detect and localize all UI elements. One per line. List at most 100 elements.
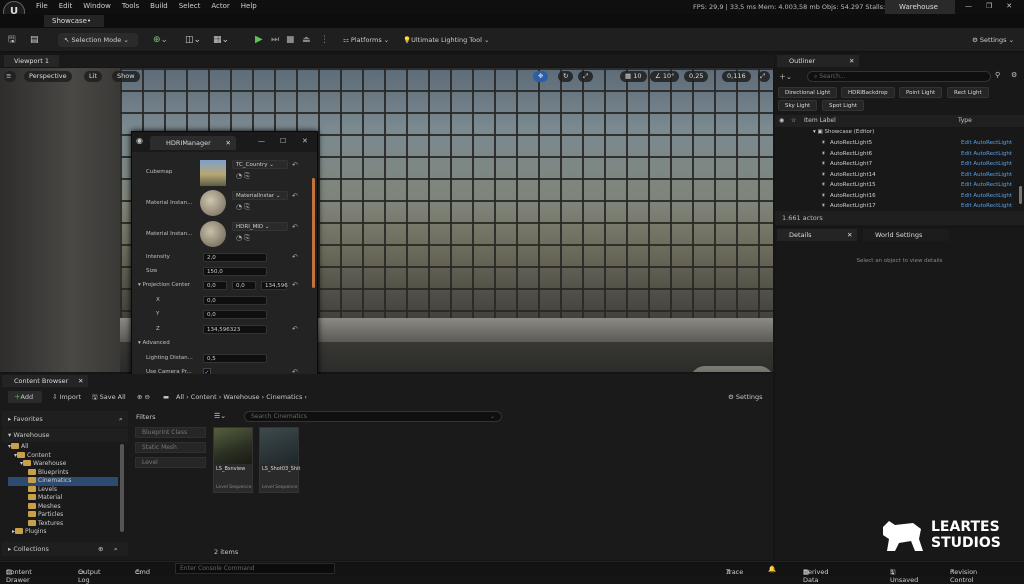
advanced-section[interactable]: ▾ Advanced: [138, 340, 170, 346]
tree-item-meshes[interactable]: Meshes: [8, 502, 118, 512]
rotation-snap[interactable]: ∠ 10°: [650, 71, 680, 82]
menu-file[interactable]: File: [36, 2, 48, 10]
filter-chip-rect-light[interactable]: Rect Light: [947, 87, 989, 98]
step-icon[interactable]: ⏭: [271, 33, 279, 47]
grid-snap[interactable]: ▦ 10: [620, 71, 647, 82]
material-1-dropdown[interactable]: MaterialInstar ⌄: [232, 191, 288, 200]
add-actor-icon[interactable]: ⊕⌄: [153, 33, 168, 47]
hdri-scrollbar[interactable]: [312, 178, 315, 288]
outliner-root-row[interactable]: ▾ ▣ Showcase (Editor): [775, 128, 1024, 137]
level-tab[interactable]: Showcase•: [44, 15, 104, 27]
x-field[interactable]: 0,0: [203, 296, 267, 305]
play-icon[interactable]: ▶: [255, 33, 263, 47]
cmd-dropdown[interactable]: ▭ Cmd ⌄: [135, 565, 150, 576]
lit-button[interactable]: Lit: [84, 71, 102, 82]
outliner-row-type[interactable]: Edit AutoRectLight: [961, 191, 1012, 202]
filter-dropdown-icon[interactable]: ☰⌄: [214, 412, 226, 420]
reset-icon[interactable]: ↶: [292, 281, 298, 289]
filter-chip-spot-light[interactable]: Spot Light: [822, 100, 864, 111]
stop-icon[interactable]: ■: [286, 33, 295, 47]
menu-window[interactable]: Window: [83, 2, 111, 10]
filter-icon[interactable]: ⚲: [995, 71, 1000, 79]
outliner-row[interactable]: ☀ AutoRectLight5 Edit AutoRectLight: [775, 138, 1024, 149]
derived-data-button[interactable]: ▦ Derived Data ⌄: [803, 565, 828, 584]
platforms-button[interactable]: ⚏ Platforms ⌄: [343, 33, 389, 47]
lighting-distance-field[interactable]: 0,5: [203, 354, 267, 363]
reset-icon[interactable]: ↶: [292, 161, 298, 169]
eject-icon[interactable]: ⏏: [302, 33, 311, 47]
close-icon[interactable]: ✕: [1006, 2, 1012, 10]
intensity-field[interactable]: 2,0: [203, 253, 267, 262]
menu-select[interactable]: Select: [179, 2, 201, 10]
tree-item-cinematics[interactable]: Cinematics: [8, 477, 118, 486]
browse-icon[interactable]: ◔ ⎘: [236, 172, 250, 181]
viewport-menu-icon[interactable]: ≡: [4, 71, 16, 82]
star-icon[interactable]: ☆: [791, 115, 796, 127]
search-icon[interactable]: ⌕: [114, 542, 118, 556]
cubemap-thumbnail[interactable]: [200, 160, 226, 186]
z-field[interactable]: 134,596323: [203, 325, 267, 334]
reset-icon[interactable]: ↶: [292, 325, 298, 333]
show-button[interactable]: Show: [112, 71, 140, 82]
lighting-tool-button[interactable]: 💡Ultimate Lighting Tool ⌄: [403, 33, 489, 47]
menu-tools[interactable]: Tools: [122, 2, 139, 10]
tree-item-levels[interactable]: Levels: [8, 485, 118, 495]
filter-level[interactable]: Level: [135, 457, 206, 468]
filter-chip-directional-light[interactable]: Directional Light: [778, 87, 838, 98]
outliner-row[interactable]: ☀ AutoRectLight16 Edit AutoRectLight: [775, 191, 1024, 202]
projection-y-field[interactable]: 0,0: [232, 281, 256, 290]
outliner-row[interactable]: ☀ AutoRectLight7 Edit AutoRectLight: [775, 159, 1024, 170]
selection-mode-dropdown[interactable]: ↖ Selection Mode ⌄: [58, 33, 138, 47]
outliner-row-type[interactable]: Edit AutoRectLight: [961, 180, 1012, 191]
trace-button[interactable]: ⎍ Trace ⌄: [726, 565, 743, 576]
column-item-label[interactable]: Item Label: [804, 115, 836, 127]
level-viewport[interactable]: ≡ Perspective Lit Show ✥ ↻ ⤢ ▦ 10 ∠ 10° …: [0, 68, 773, 372]
revision-control-button[interactable]: Revision Control ⌄: [950, 565, 977, 584]
tree-item-content[interactable]: ▾ Content: [8, 451, 118, 461]
browse-icon[interactable]: ◔ ⎘: [236, 234, 250, 243]
perspective-button[interactable]: Perspective: [24, 71, 72, 82]
console-input[interactable]: Enter Console Command: [175, 563, 335, 574]
add-button[interactable]: ＋Add: [8, 391, 42, 403]
minimize-icon[interactable]: —: [965, 2, 972, 10]
minimize-icon[interactable]: —: [258, 137, 265, 145]
maximize-icon[interactable]: ☐: [280, 137, 286, 145]
rotate-icon[interactable]: ↻: [558, 71, 574, 82]
add-icon[interactable]: ＋⌄: [779, 72, 792, 82]
cb-settings-button[interactable]: ⚙ Settings: [728, 393, 763, 401]
filter-chip-hdri-backdrop[interactable]: HDRIBackdrop: [841, 87, 895, 98]
filter-chip-point-light[interactable]: Point Light: [899, 87, 943, 98]
outliner-search[interactable]: ⌕ Search...: [807, 71, 991, 82]
folder-icon[interactable]: ▬: [163, 393, 169, 401]
camera-speed[interactable]: 0,116: [722, 71, 751, 82]
tree-item-warehouse[interactable]: ▾ Warehouse: [8, 460, 118, 469]
save-icon[interactable]: 🖫: [8, 33, 16, 47]
details-tab[interactable]: Details ✕: [777, 229, 857, 241]
filter-chip-sky-light[interactable]: Sky Light: [778, 100, 818, 111]
filter-static-mesh[interactable]: Static Mesh: [135, 442, 206, 453]
outliner-row[interactable]: ☀ AutoRectLight15 Edit AutoRectLight: [775, 180, 1024, 191]
material-2-dropdown[interactable]: HDRI_MID ⌄: [232, 222, 288, 231]
tree-item-textures[interactable]: Textures: [8, 519, 118, 529]
cb-search-input[interactable]: Search Cinematics ⌄: [244, 411, 502, 422]
cinematics-icon[interactable]: ▦⌄: [213, 33, 229, 47]
hdri-manager-tab[interactable]: HDRIManager ✕: [150, 136, 236, 150]
breadcrumb-warehouse[interactable]: Warehouse: [223, 393, 259, 401]
import-button[interactable]: ⇩ Import: [52, 393, 81, 401]
eye-icon[interactable]: ◉: [779, 115, 784, 127]
menu-build[interactable]: Build: [150, 2, 168, 10]
history-back-icon[interactable]: ⊕ ⊖: [137, 393, 150, 401]
outliner-row[interactable]: ☀ AutoRectLight14 Edit AutoRectLight: [775, 170, 1024, 181]
tree-item-particles[interactable]: Particles: [8, 511, 118, 520]
material-2-thumbnail[interactable]: [200, 221, 226, 247]
breadcrumb-all[interactable]: All: [176, 393, 184, 401]
outliner-row-type[interactable]: Edit AutoRectLight: [961, 138, 1012, 149]
projection-z-field[interactable]: 134,596: [261, 281, 288, 290]
material-1-thumbnail[interactable]: [200, 190, 226, 216]
menu-actor[interactable]: Actor: [211, 2, 229, 10]
blueprint-icon[interactable]: ◫⌄: [185, 33, 201, 47]
collections-section[interactable]: ▸ Collections ⊕ ⌕: [2, 542, 128, 556]
maximize-icon[interactable]: ❐: [986, 2, 992, 10]
tree-item-all[interactable]: ▾ All: [8, 443, 118, 452]
reset-icon[interactable]: ↶: [292, 253, 298, 261]
